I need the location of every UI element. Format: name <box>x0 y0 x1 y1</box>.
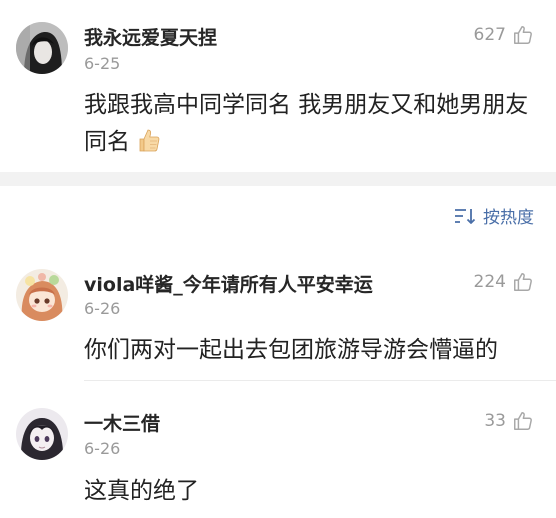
like-button[interactable]: 627 <box>474 24 534 46</box>
comment-content: 你们两对一起出去包团旅游导游会懵逼的 <box>84 337 498 363</box>
comment-username[interactable]: 一木三借 <box>84 409 160 436</box>
comment-item: 我永远爱夏天捏 6-25 627 我跟我高中同学同名 我男朋友又和她男朋友同名 <box>0 0 556 172</box>
sort-label: 按热度 <box>483 208 534 228</box>
thumbs-up-icon <box>514 26 532 44</box>
thumbs-up-icon <box>514 412 532 430</box>
user-avatar[interactable] <box>16 408 68 460</box>
user-avatar[interactable] <box>16 22 68 74</box>
section-divider <box>0 172 556 186</box>
like-button[interactable]: 224 <box>474 271 534 293</box>
comment-username[interactable]: viola咩酱_今年请所有人平安幸运 <box>84 270 373 297</box>
comment-item: 一木三借 6-26 33 这真的绝了 <box>0 381 556 518</box>
avatar-anime-dark-icon <box>16 408 68 460</box>
like-count: 33 <box>484 411 506 431</box>
comment-content: 这真的绝了 <box>84 478 199 504</box>
comment-content: 我跟我高中同学同名 我男朋友又和她男朋友同名 <box>84 87 536 161</box>
comment-date: 6-26 <box>84 439 121 458</box>
thumbs-up-emoji-icon <box>134 126 162 154</box>
comment-username[interactable]: 我永远爱夏天捏 <box>84 23 217 50</box>
like-button[interactable]: 33 <box>484 410 534 432</box>
user-avatar[interactable] <box>16 269 68 321</box>
avatar-dark-hair-icon <box>16 22 68 74</box>
sort-by-hot-button[interactable]: 按热度 <box>453 203 534 228</box>
comment-item: viola咩酱_今年请所有人平安幸运 6-26 224 你们两对一起出去包团旅游… <box>0 250 556 380</box>
like-count: 224 <box>473 272 506 292</box>
like-count: 627 <box>473 25 506 45</box>
sort-icon <box>455 208 476 224</box>
avatar-anime-girl-icon <box>16 269 68 321</box>
comment-date: 6-25 <box>84 54 121 73</box>
thumbs-up-icon <box>514 273 532 291</box>
comment-date: 6-26 <box>84 299 121 318</box>
